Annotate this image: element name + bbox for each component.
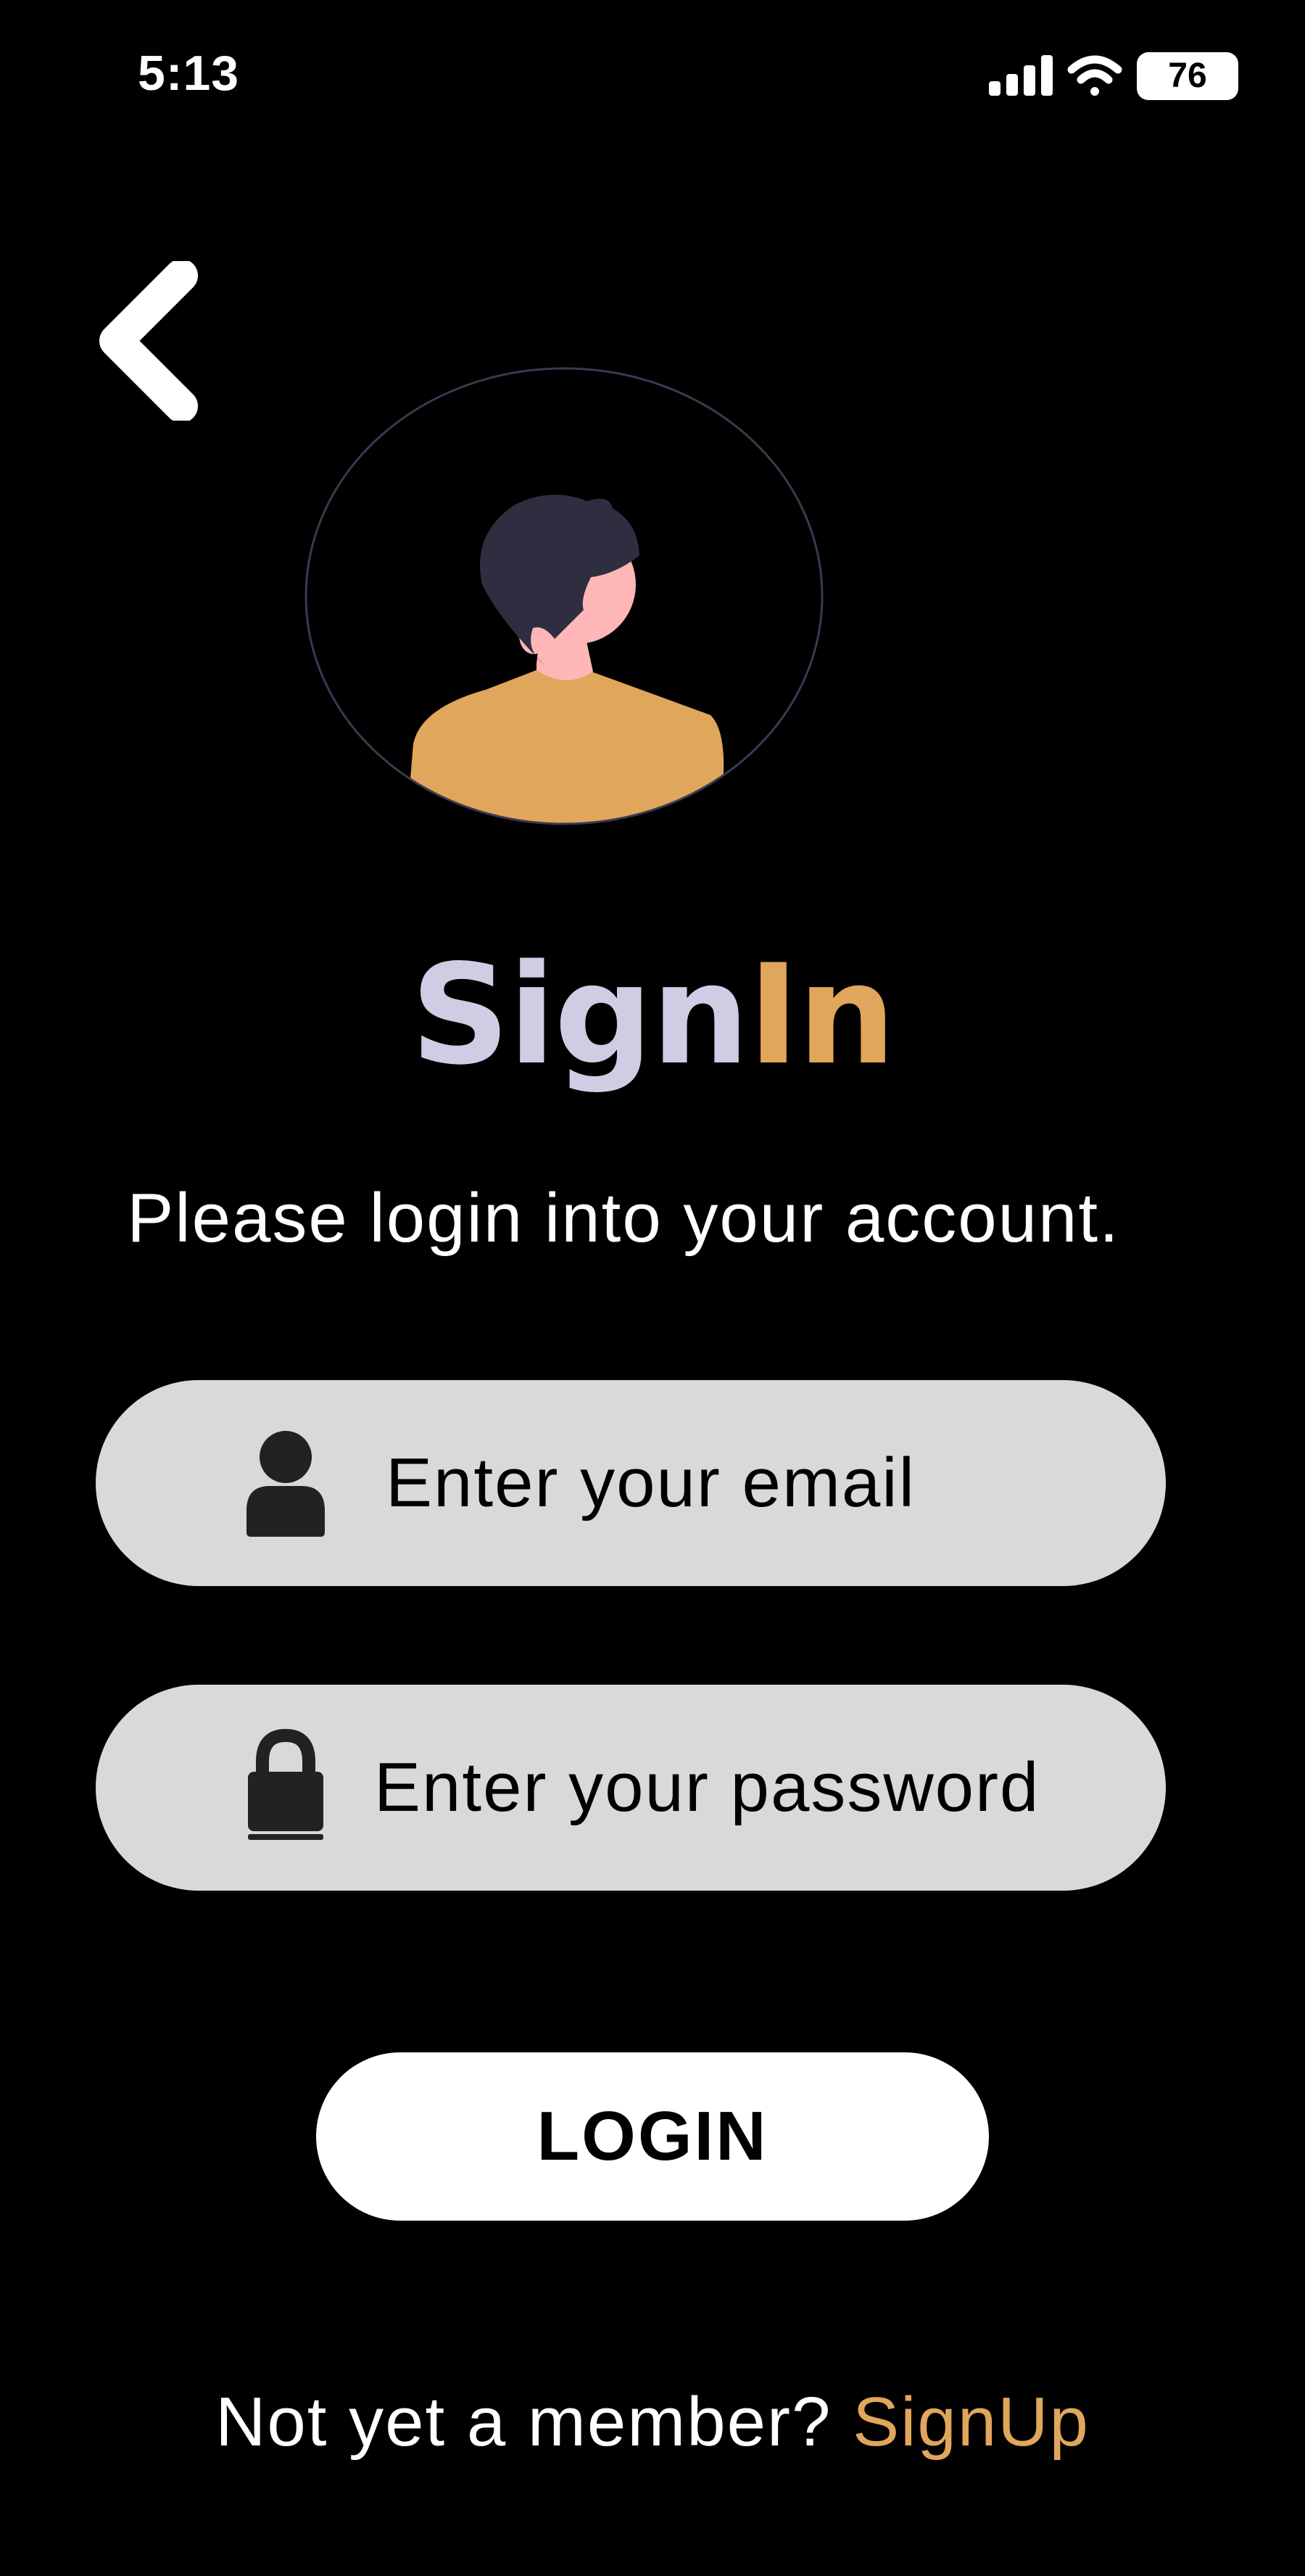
title-sign: Sign	[410, 935, 749, 1095]
signup-prompt-text: Not yet a member?	[215, 2383, 853, 2461]
login-button[interactable]: LOGIN	[316, 2052, 989, 2221]
avatar	[304, 367, 824, 825]
user-icon	[246, 1431, 325, 1537]
password-field[interactable]	[96, 1685, 1166, 1891]
signup-link[interactable]: SignUp	[853, 2383, 1090, 2461]
email-field[interactable]	[96, 1380, 1166, 1586]
wifi-icon	[1067, 55, 1122, 96]
page-title: SignIn	[0, 936, 1305, 1095]
title-in: In	[747, 935, 896, 1095]
battery-icon: 76	[1137, 52, 1238, 100]
password-input[interactable]	[374, 1737, 1143, 1838]
cellular-signal-icon	[989, 55, 1053, 96]
subtitle: Please login into your account.	[127, 1179, 1120, 1257]
status-time: 5:13	[138, 46, 240, 101]
email-input[interactable]	[386, 1432, 1111, 1534]
chevron-left-icon	[99, 261, 198, 421]
signup-prompt: Not yet a member? SignUp	[0, 2379, 1305, 2466]
lock-icon	[248, 1728, 323, 1840]
back-button[interactable]	[87, 261, 203, 421]
